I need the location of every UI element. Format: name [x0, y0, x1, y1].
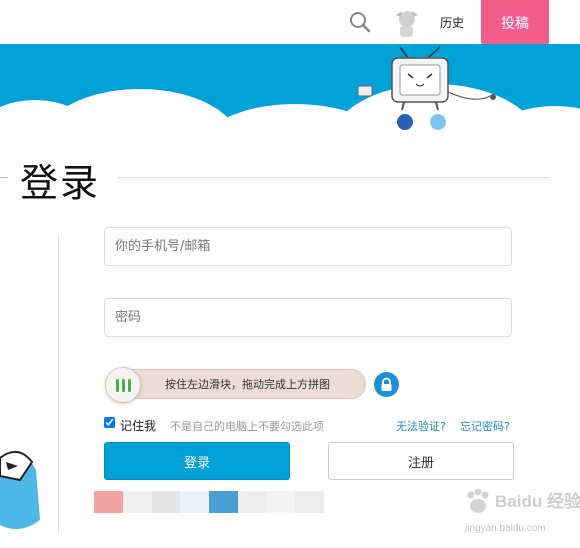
captcha-slider-hint: 按住左边滑块，拖动完成上方拼图 — [165, 378, 330, 391]
header-banner — [0, 44, 580, 130]
user-avatar-icon[interactable] — [392, 9, 420, 39]
upload-button[interactable]: 投稿 — [481, 0, 549, 45]
social-login-row[interactable] — [94, 491, 324, 513]
baidu-watermark: Baidu 经验 jingyan.baidu.com — [445, 487, 580, 543]
register-button[interactable]: 注册 — [328, 442, 514, 480]
lock-icon — [374, 372, 399, 397]
captcha-slider-track[interactable]: 按住左边滑块，拖动完成上方拼图 — [105, 367, 366, 403]
login-button[interactable]: 登录 — [104, 442, 290, 480]
history-link[interactable]: 历史 — [440, 14, 464, 31]
search-icon[interactable] — [349, 11, 371, 33]
captcha-slider-handle[interactable] — [105, 367, 141, 403]
mascot-illustration — [357, 46, 496, 130]
remember-me-checkbox[interactable] — [104, 417, 115, 428]
decorative-character — [0, 451, 40, 529]
cant-verify-link[interactable]: 无法验证? — [396, 418, 446, 434]
paw-icon — [467, 488, 489, 513]
remember-me-hint: 不是自己的电脑上不要勾选此项 — [170, 420, 324, 433]
remember-me-label[interactable]: 记住我 — [120, 417, 156, 434]
title-left-rule — [0, 177, 8, 178]
top-nav-bar: 历史 投稿 — [0, 0, 580, 45]
phone-email-input[interactable] — [104, 227, 512, 266]
title-right-rule — [117, 177, 550, 178]
watermark-brand: Baidu 经验 — [495, 492, 580, 511]
password-input[interactable] — [104, 298, 512, 337]
vertical-divider — [58, 234, 59, 534]
watermark-url: jingyan.baidu.com — [465, 523, 546, 534]
forgot-password-link[interactable]: 忘记密码? — [460, 418, 510, 434]
page-title: 登录 — [20, 161, 101, 205]
